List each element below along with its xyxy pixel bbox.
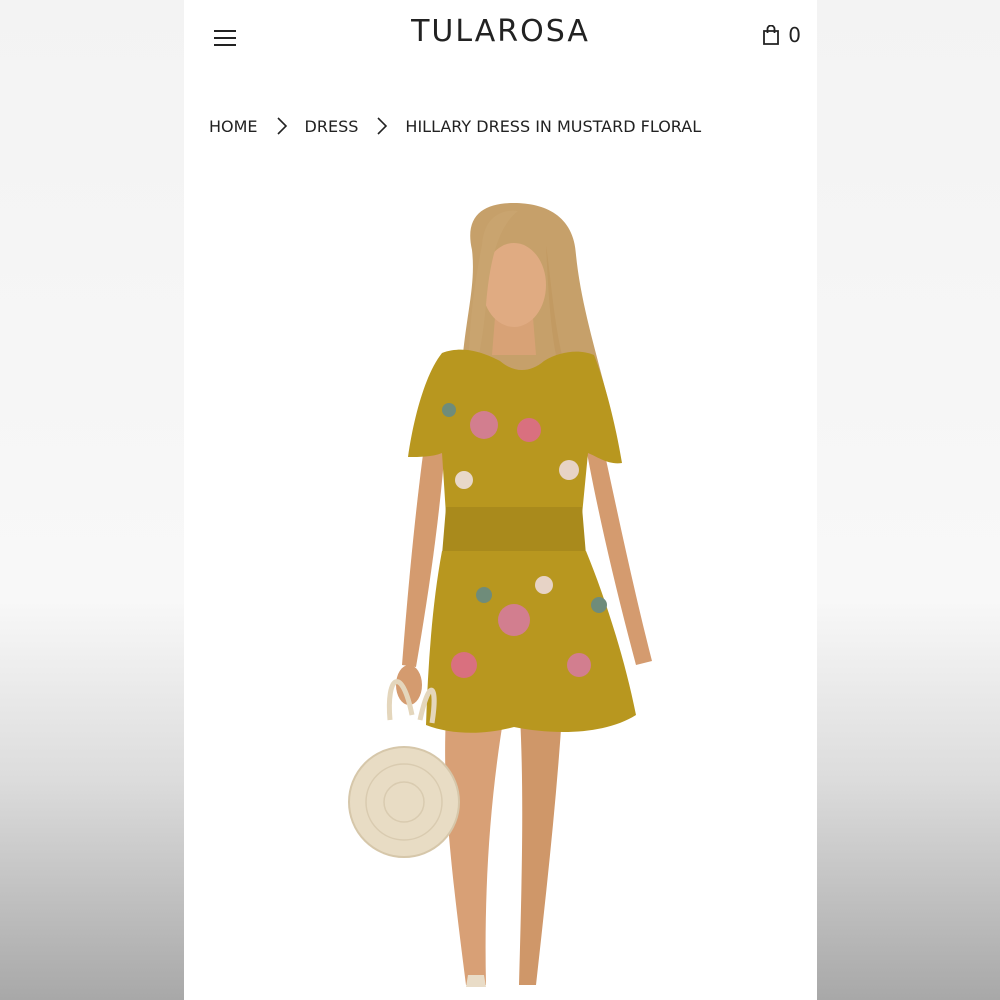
model-photo — [348, 203, 652, 987]
brand-logo[interactable]: TULAROSA — [184, 14, 817, 49]
site-header: TULAROSA 0 — [184, 0, 817, 75]
shopping-bag-icon — [763, 25, 780, 45]
breadcrumb-home[interactable]: HOME — [209, 117, 258, 136]
background-left — [0, 0, 184, 1000]
breadcrumb-dress[interactable]: DRESS — [305, 117, 359, 136]
breadcrumb: HOME DRESS HILLARY DRESS IN MUSTARD FLOR… — [209, 116, 701, 136]
breadcrumb-current: HILLARY DRESS IN MUSTARD FLORAL — [405, 116, 702, 136]
cart-button[interactable]: 0 — [762, 20, 801, 50]
mobile-page: TULAROSA 0 HOME DRESS HILLARY DRESS IN M… — [184, 0, 817, 1000]
background-right — [817, 0, 1000, 1000]
chevron-right-icon — [376, 116, 388, 136]
cart-count: 0 — [788, 23, 801, 47]
chevron-right-icon — [276, 116, 288, 136]
product-image[interactable] — [184, 195, 817, 1000]
